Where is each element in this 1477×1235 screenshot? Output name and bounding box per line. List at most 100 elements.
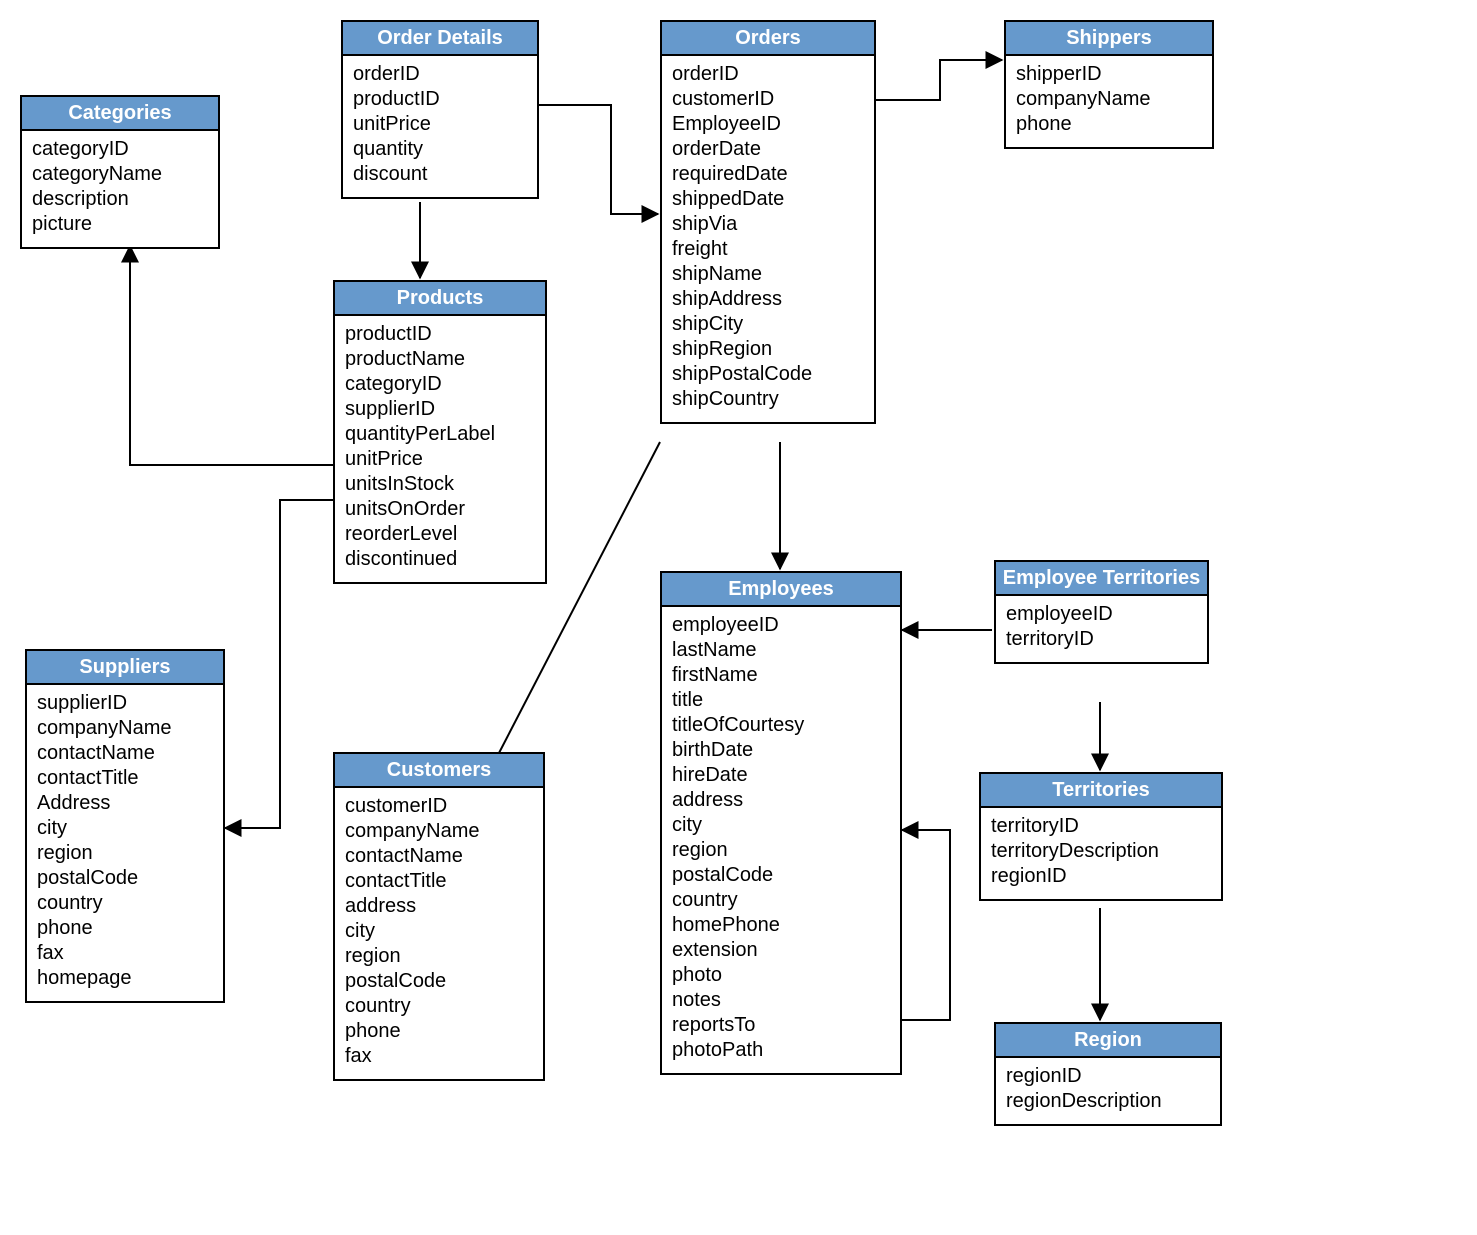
field: phone xyxy=(1016,112,1202,137)
field: phone xyxy=(37,916,213,941)
field: contactTitle xyxy=(345,869,533,894)
entity-body-suppliers: supplierID companyName contactName conta… xyxy=(27,685,223,1001)
entity-categories: Categories categoryID categoryName descr… xyxy=(20,95,220,249)
field: postalCode xyxy=(345,969,533,994)
entity-header-customers: Customers xyxy=(335,754,543,788)
field: shipAddress xyxy=(672,287,864,312)
field: customerID xyxy=(345,794,533,819)
field: fax xyxy=(37,941,213,966)
entity-header-shippers: Shippers xyxy=(1006,22,1212,56)
field: quantityPerLabel xyxy=(345,422,535,447)
field: freight xyxy=(672,237,864,262)
entity-body-products: productID productName categoryID supplie… xyxy=(335,316,545,582)
field: companyName xyxy=(345,819,533,844)
field: description xyxy=(32,187,208,212)
entity-header-products: Products xyxy=(335,282,545,316)
field: contactTitle xyxy=(37,766,213,791)
entity-employee-territories: Employee Territories employeeID territor… xyxy=(994,560,1209,664)
entity-body-orders: orderID customerID EmployeeID orderDate … xyxy=(662,56,874,422)
field: shipCity xyxy=(672,312,864,337)
field: region xyxy=(345,944,533,969)
field: categoryID xyxy=(32,137,208,162)
field: productID xyxy=(345,322,535,347)
field: EmployeeID xyxy=(672,112,864,137)
field: shippedDate xyxy=(672,187,864,212)
field: title xyxy=(672,688,890,713)
entity-header-employee-territories: Employee Territories xyxy=(996,562,1207,596)
field: shipVia xyxy=(672,212,864,237)
entity-header-order-details: Order Details xyxy=(343,22,537,56)
field: shipCountry xyxy=(672,387,864,412)
field: city xyxy=(345,919,533,944)
field: city xyxy=(672,813,890,838)
field: orderID xyxy=(672,62,864,87)
entity-body-region: regionID regionDescription xyxy=(996,1058,1220,1124)
entity-suppliers: Suppliers supplierID companyName contact… xyxy=(25,649,225,1003)
field: phone xyxy=(345,1019,533,1044)
field: discount xyxy=(353,162,527,187)
entity-territories: Territories territoryID territoryDescrip… xyxy=(979,772,1223,901)
field: unitsInStock xyxy=(345,472,535,497)
field: address xyxy=(672,788,890,813)
field: employeeID xyxy=(1006,602,1197,627)
field: extension xyxy=(672,938,890,963)
field: country xyxy=(672,888,890,913)
field: supplierID xyxy=(37,691,213,716)
field: country xyxy=(37,891,213,916)
entity-header-suppliers: Suppliers xyxy=(27,651,223,685)
field: territoryID xyxy=(1006,627,1197,652)
field: contactName xyxy=(345,844,533,869)
field: orderID xyxy=(353,62,527,87)
entity-order-details: Order Details orderID productID unitPric… xyxy=(341,20,539,199)
field: unitsOnOrder xyxy=(345,497,535,522)
field: orderDate xyxy=(672,137,864,162)
field: territoryDescription xyxy=(991,839,1211,864)
field: shipName xyxy=(672,262,864,287)
entity-body-employees: employeeID lastName firstName title titl… xyxy=(662,607,900,1073)
entity-body-shippers: shipperID companyName phone xyxy=(1006,56,1212,147)
field: quantity xyxy=(353,137,527,162)
field: productID xyxy=(353,87,527,112)
field: birthDate xyxy=(672,738,890,763)
field: postalCode xyxy=(37,866,213,891)
field: categoryID xyxy=(345,372,535,397)
field: address xyxy=(345,894,533,919)
entity-header-territories: Territories xyxy=(981,774,1221,808)
entity-body-categories: categoryID categoryName description pict… xyxy=(22,131,218,247)
field: unitPrice xyxy=(353,112,527,137)
field: fax xyxy=(345,1044,533,1069)
field: regionDescription xyxy=(1006,1089,1210,1114)
field: region xyxy=(37,841,213,866)
entity-header-employees: Employees xyxy=(662,573,900,607)
field: photoPath xyxy=(672,1038,890,1063)
field: customerID xyxy=(672,87,864,112)
entity-shippers: Shippers shipperID companyName phone xyxy=(1004,20,1214,149)
entity-customers: Customers customerID companyName contact… xyxy=(333,752,545,1081)
field: requiredDate xyxy=(672,162,864,187)
field: region xyxy=(672,838,890,863)
field: picture xyxy=(32,212,208,237)
field: categoryName xyxy=(32,162,208,187)
field: employeeID xyxy=(672,613,890,638)
field: regionID xyxy=(1006,1064,1210,1089)
entity-body-territories: territoryID territoryDescription regionI… xyxy=(981,808,1221,899)
field: regionID xyxy=(991,864,1211,889)
field: territoryID xyxy=(991,814,1211,839)
field: reportsTo xyxy=(672,1013,890,1038)
field: shipPostalCode xyxy=(672,362,864,387)
entity-region: Region regionID regionDescription xyxy=(994,1022,1222,1126)
field: productName xyxy=(345,347,535,372)
field: country xyxy=(345,994,533,1019)
field: contactName xyxy=(37,741,213,766)
field: notes xyxy=(672,988,890,1013)
entity-products: Products productID productName categoryI… xyxy=(333,280,547,584)
field: homepage xyxy=(37,966,213,991)
field: Address xyxy=(37,791,213,816)
field: reorderLevel xyxy=(345,522,535,547)
field: unitPrice xyxy=(345,447,535,472)
field: discontinued xyxy=(345,547,535,572)
entity-body-order-details: orderID productID unitPrice quantity dis… xyxy=(343,56,537,197)
field: shipRegion xyxy=(672,337,864,362)
entity-header-region: Region xyxy=(996,1024,1220,1058)
field: companyName xyxy=(37,716,213,741)
